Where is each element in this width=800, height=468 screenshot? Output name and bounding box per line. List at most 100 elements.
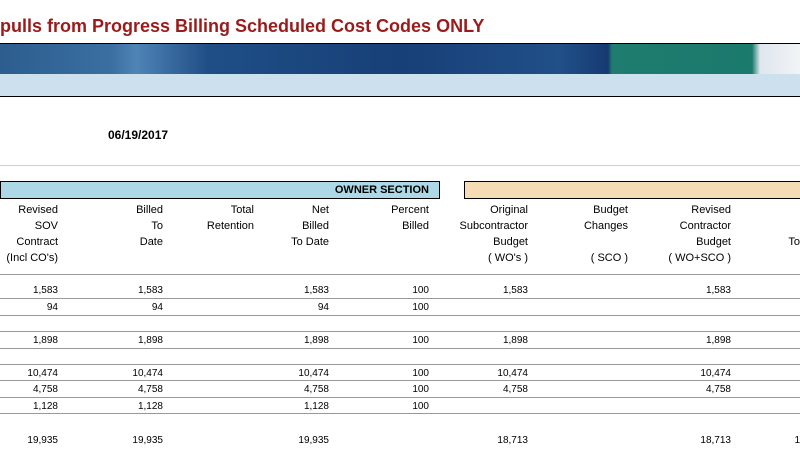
column-header-line	[584, 234, 628, 250]
table-cell: 100	[412, 302, 429, 313]
row-separator	[0, 298, 800, 299]
report-date: 06/19/2017	[108, 128, 169, 142]
row-separator	[0, 397, 800, 398]
table-cell: 1	[794, 435, 800, 446]
column-header-line: ( SCO )	[590, 252, 628, 264]
table-cell: 4,758	[705, 384, 731, 395]
column-header: Total Retention	[207, 202, 254, 266]
section-divider	[0, 165, 800, 166]
table-cell: 1,898	[502, 335, 528, 346]
table-cell: 10,474	[700, 368, 731, 379]
column-header-line	[207, 234, 254, 250]
column-header-line: Changes	[583, 220, 628, 232]
column-header-line: Revised	[691, 204, 731, 216]
column-header-line: SOV	[34, 220, 58, 232]
table-cell: 100	[412, 384, 429, 395]
table-cell: 1,583	[137, 285, 163, 296]
column-header: Original Subcontractor Budget ( WO's )	[460, 202, 528, 266]
column-header: Budget Changes ( SCO )	[584, 202, 628, 266]
table-cell: 18,713	[700, 435, 731, 446]
table-cell: 1,898	[705, 335, 731, 346]
owner-section-header: OWNER SECTION	[0, 181, 440, 199]
table-cell: 1,128	[303, 401, 329, 412]
column-header-line: Percent	[391, 204, 429, 216]
column-header-line: Billed	[302, 220, 329, 232]
column-header-line: (Incl CO's)	[6, 252, 58, 264]
column-header: Percent Billed	[391, 202, 429, 266]
table-cell: 1,583	[705, 285, 731, 296]
column-header: Net Billed To Date	[291, 202, 329, 266]
column-header-line	[788, 250, 800, 266]
table-cell: 1,898	[137, 335, 163, 346]
column-header-line: Net	[311, 204, 329, 216]
table-cell: 100	[412, 368, 429, 379]
column-header-line: To Date	[291, 236, 329, 248]
column-header-line: To	[151, 220, 163, 232]
table-cell: 100	[412, 335, 429, 346]
header-banner-image	[0, 44, 800, 74]
table-cell: 1,898	[32, 335, 58, 346]
column-header-line: Subcontractor	[459, 220, 528, 232]
table-cell: 19,935	[132, 435, 163, 446]
column-header-line: Original	[490, 204, 528, 216]
row-separator	[0, 348, 800, 349]
table-cell: 10,474	[497, 368, 528, 379]
table-cell: 100	[412, 285, 429, 296]
column-header-line: To	[788, 236, 800, 248]
table-cell: 1,583	[502, 285, 528, 296]
column-header-line: ( WO's )	[488, 252, 528, 264]
header-band	[0, 74, 800, 97]
table-cell: 1,128	[32, 401, 58, 412]
table-cell: 94	[151, 302, 163, 313]
column-header-line: Revised	[18, 204, 58, 216]
table-cell: 1,898	[303, 335, 329, 346]
row-separator	[0, 380, 800, 381]
column-header-line	[788, 218, 800, 234]
column-header-line	[291, 250, 329, 266]
report-title: pulls from Progress Billing Scheduled Co…	[0, 16, 485, 36]
column-header-line: ( WO+SCO )	[668, 252, 731, 264]
column-header-line: Date	[139, 236, 163, 248]
row-separator	[0, 315, 800, 316]
column-header: Revised Contractor Budget ( WO+SCO )	[668, 202, 731, 266]
table-cell: 4,758	[137, 384, 163, 395]
column-header-line: Budget	[593, 204, 628, 216]
column-header-line	[391, 250, 429, 266]
row-separator	[0, 413, 800, 414]
column-header: To	[788, 202, 800, 266]
column-header: Revised SOV Contract (Incl CO's)	[6, 202, 58, 266]
owner-section-label: OWNER SECTION	[334, 184, 429, 196]
column-header-line	[788, 202, 800, 218]
subcontractor-section-header	[464, 181, 800, 199]
column-header-line: Budget	[696, 236, 731, 248]
column-header-line: Total	[230, 204, 254, 216]
row-separator	[0, 364, 800, 365]
column-header-line: Contract	[16, 236, 58, 248]
table-cell: 94	[46, 302, 58, 313]
column-header-line	[207, 250, 254, 266]
table-cell: 100	[412, 401, 429, 412]
column-header-line	[136, 250, 163, 266]
table-cell: 10,474	[298, 368, 329, 379]
table-cell: 94	[317, 302, 329, 313]
table-cell: 4,758	[32, 384, 58, 395]
table-cell: 1,583	[32, 285, 58, 296]
column-header-line: Billed	[136, 204, 163, 216]
column-header: Billed To Date	[136, 202, 163, 266]
table-cell: 19,935	[27, 435, 58, 446]
table-cell: 10,474	[27, 368, 58, 379]
table-cell: 4,758	[303, 384, 329, 395]
table-cell: 1,583	[303, 285, 329, 296]
table-cell: 19,935	[298, 435, 329, 446]
table-cell: 1,128	[137, 401, 163, 412]
table-cell: 10,474	[132, 368, 163, 379]
column-header-line	[391, 234, 429, 250]
table-cell: 4,758	[502, 384, 528, 395]
row-separator	[0, 274, 800, 275]
column-header-line: Contractor	[679, 220, 731, 232]
column-header-line: Budget	[493, 236, 528, 248]
table-cell: 18,713	[497, 435, 528, 446]
column-header-line: Retention	[206, 220, 254, 232]
column-header-line: Billed	[402, 220, 429, 232]
row-separator	[0, 331, 800, 332]
